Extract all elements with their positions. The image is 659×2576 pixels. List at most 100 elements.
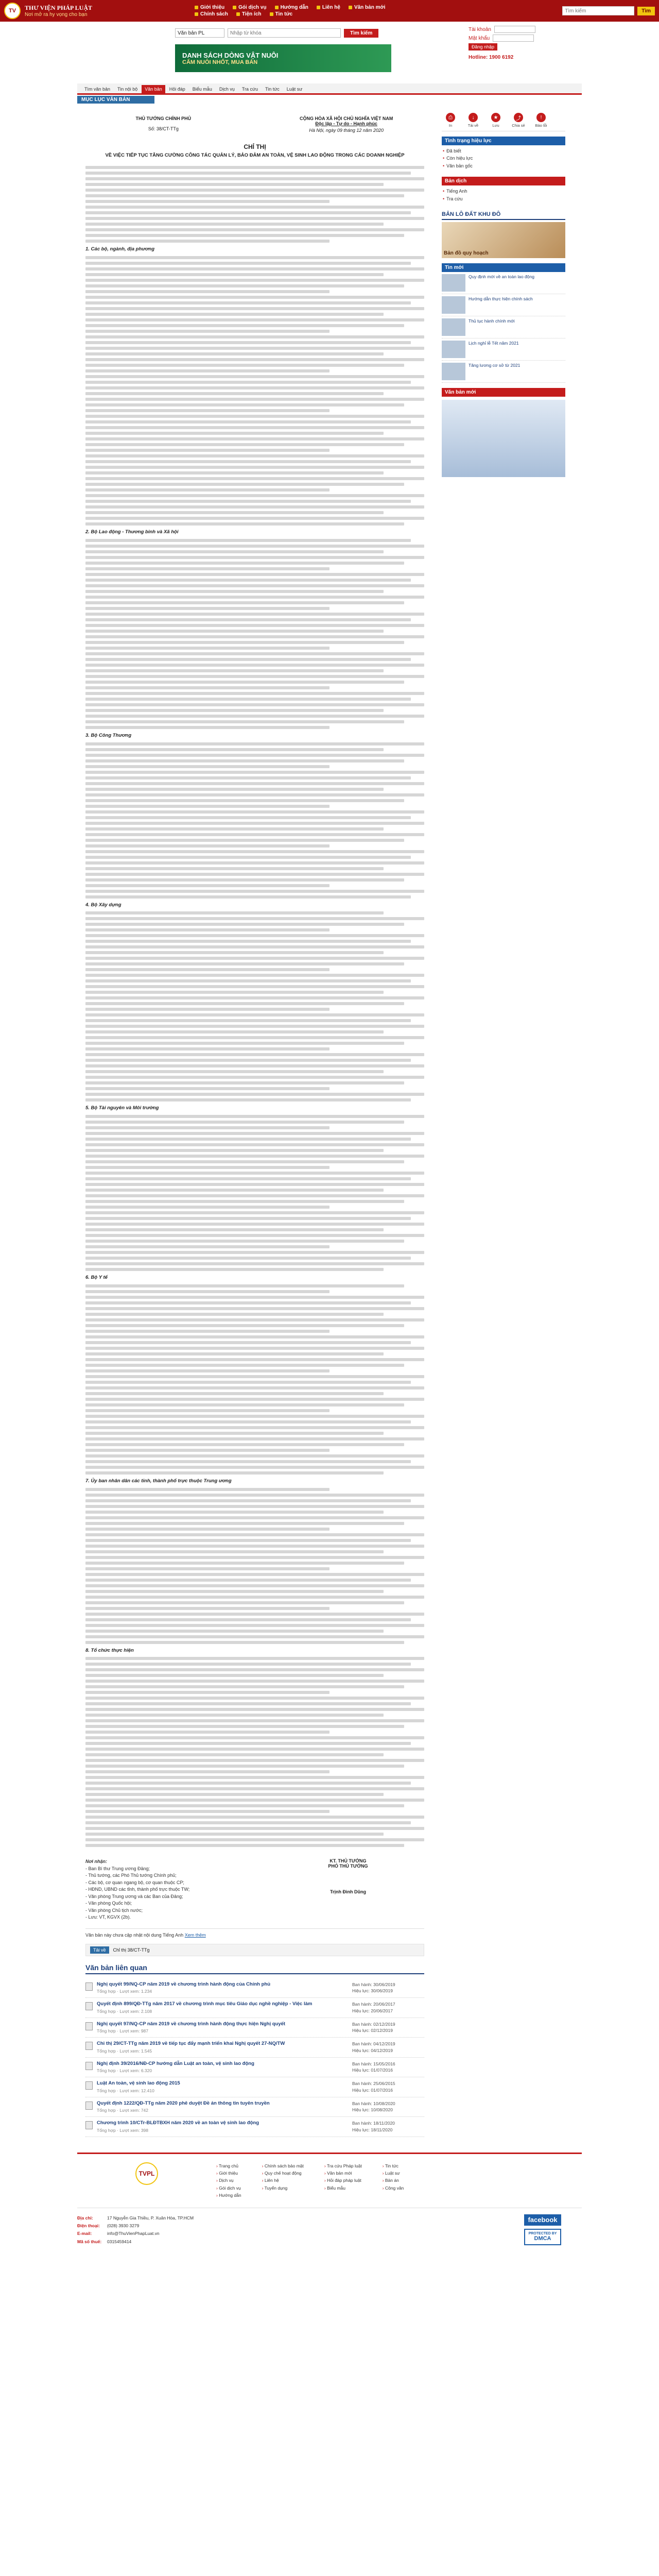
related-item[interactable]: Chương trình 10/CTr-BLĐTBXH năm 2020 về … [85,2117,424,2137]
nav-tab[interactable]: Biểu mẫu [189,85,215,93]
related-item-title[interactable]: Chương trình 10/CTr-BLĐTBXH năm 2020 về … [97,2120,348,2127]
text-line [85,511,384,515]
related-item-title[interactable]: Nghị quyết 97/NQ-CP năm 2019 về chương t… [97,2021,348,2028]
related-item-title[interactable]: Quyết định 899/QĐ-TTg năm 2017 về chương… [97,2001,348,2008]
doc-note-link[interactable]: Xem thêm [185,1933,206,1938]
top-link[interactable]: Văn bản mới [348,5,385,10]
document-icon [85,2022,93,2030]
share-tool[interactable]: ⤴ Chia sẻ [510,113,527,128]
text-line [85,1555,424,1559]
text-line [85,776,411,779]
footer-link[interactable]: Tra cứu Pháp luật [324,2162,362,2170]
top-search-button[interactable]: Tìm [637,6,655,15]
footer-link[interactable]: Liên hệ [262,2177,304,2184]
footer-link[interactable]: Hỏi đáp pháp luật [324,2177,362,2184]
related-item-title[interactable]: Quyết định 1222/QĐ-TTg năm 2020 phê duyệ… [97,2100,348,2107]
breadcrumb[interactable]: MỤC LỤC VĂN BẢN [77,96,154,104]
nav-tab-active[interactable]: Văn bản [142,85,165,93]
ad-image[interactable] [442,399,565,477]
footer-link[interactable]: Quy chế hoạt động [262,2170,304,2177]
footer-link[interactable]: Bản án [383,2177,404,2184]
news-title[interactable]: Thủ tục hành chính mới [469,318,515,336]
text-line [85,657,411,661]
news-item[interactable]: Tăng lương cơ sở từ 2021 [442,361,565,383]
nav-tab[interactable]: Hỏi đáp [166,85,188,93]
password-input[interactable] [493,35,534,42]
login-button[interactable]: Đăng nhập [469,43,498,50]
footer-link[interactable]: Giới thiệu [216,2170,241,2177]
search-button[interactable]: Tìm kiếm [344,28,379,38]
footer-link[interactable]: Dịch vụ [216,2177,241,2184]
nav-tab[interactable]: Dịch vụ [216,85,238,93]
text-line [85,968,330,972]
download-button[interactable]: Tải về [90,1946,109,1954]
keyword-input[interactable] [228,28,341,38]
map-box[interactable]: BẢN LÔ ĐẤT KHU ĐÔ Bản đồ quy hoạch [442,210,565,258]
text-line [85,211,411,215]
username-input[interactable] [494,26,535,33]
nav-tab[interactable]: Tìm văn bản [81,85,113,93]
dmca-badge[interactable]: PROTECTED BY DMCA [524,2228,561,2245]
text-lines [85,256,424,526]
nav-tab[interactable]: Tin nội bộ [114,85,141,93]
footer-link[interactable]: Biểu mẫu [324,2184,362,2192]
news-title[interactable]: Quy định mới về an toàn lao động [469,274,534,292]
footer-link[interactable]: Luật sư [383,2170,404,2177]
footer-link[interactable]: Tuyển dụng [262,2184,304,2192]
text-line [85,652,424,655]
text-lines [85,742,424,899]
related-item-title[interactable]: Nghị quyết 99/NQ-CP năm 2019 về chương t… [97,1981,348,1988]
save-tool[interactable]: ★ Lưu [487,113,505,128]
promo-banner[interactable]: DANH SÁCH DÒNG VẬT NUÔI CẤM NUÔI NHỐT, M… [175,44,391,72]
related-item[interactable]: Quyết định 899/QĐ-TTg năm 2017 về chương… [85,1998,424,2018]
related-item[interactable]: Nghị quyết 97/NQ-CP năm 2019 về chương t… [85,2018,424,2038]
news-item[interactable]: Hướng dẫn thực hiện chính sách [442,294,565,316]
top-link[interactable]: Liên hệ [316,5,340,10]
news-item[interactable]: Thủ tục hành chính mới [442,316,565,338]
text-line [85,669,384,672]
text-line [85,578,411,582]
map-image[interactable]: Bản đồ quy hoạch [442,222,565,258]
footer-link[interactable]: Trang chủ [216,2162,241,2170]
top-link[interactable]: Chính sách [195,11,228,17]
footer-logo-icon[interactable]: TVPL [135,2162,158,2185]
top-link[interactable]: Gói dịch vụ [233,5,267,10]
footer-link[interactable]: Tin tức [383,2162,404,2170]
text-line [85,1172,424,1175]
download-tool[interactable]: ↓ Tải về [464,113,482,128]
related-item[interactable]: Nghị định 39/2016/NĐ-CP hướng dẫn Luật a… [85,2058,424,2078]
footer-link[interactable]: Hướng dẫn [216,2192,241,2199]
document-icon [85,2121,93,2130]
top-link[interactable]: Giới thiệu [195,5,224,10]
site-logo[interactable]: TV THƯ VIỆN PHÁP LUẬT Nơi mở ra hy vọng … [4,3,195,19]
top-search-input[interactable] [562,6,635,15]
related-item-title[interactable]: Nghị định 39/2016/NĐ-CP hướng dẫn Luật a… [97,2061,348,2067]
related-item-title[interactable]: Luật An toàn, vệ sinh lao động 2015 [97,2080,348,2087]
news-title[interactable]: Tăng lương cơ sở từ 2021 [469,363,520,380]
print-tool[interactable]: ⎙ In [442,113,459,128]
nav-tab[interactable]: Tin tức [262,85,283,93]
phone[interactable]: (028) 3930 3279 [107,2223,139,2228]
related-item[interactable]: Quyết định 1222/QĐ-TTg năm 2020 phê duyệ… [85,2097,424,2117]
doc-type-select[interactable]: Văn bản PL [175,28,224,38]
news-item[interactable]: Lịch nghỉ lễ Tết năm 2021 [442,338,565,361]
top-link[interactable]: Tin tức [269,11,292,17]
footer-link[interactable]: Công văn [383,2184,404,2192]
footer-link[interactable]: Văn bản mới [324,2170,362,2177]
facebook-icon[interactable]: facebook [524,2214,561,2226]
nav-tab[interactable]: Tra cứu [239,85,261,93]
nav-tab[interactable]: Luật sư [284,85,306,93]
related-item-title[interactable]: Chỉ thị 29/CT-TTg năm 2019 về tiếp tục đ… [97,2041,348,2047]
news-title[interactable]: Lịch nghỉ lễ Tết năm 2021 [469,341,519,358]
news-title[interactable]: Hướng dẫn thực hiện chính sách [469,296,533,314]
related-item[interactable]: Nghị quyết 99/NQ-CP năm 2019 về chương t… [85,1978,424,1998]
top-link[interactable]: Tiện ích [236,11,262,17]
news-item[interactable]: Quy định mới về an toàn lao động [442,272,565,294]
footer-link[interactable]: Gói dịch vụ [216,2184,241,2192]
related-item[interactable]: Luật An toàn, vệ sinh lao động 2015 Tổng … [85,2077,424,2097]
footer-link[interactable]: Chính sách bảo mật [262,2162,304,2170]
top-link[interactable]: Hướng dẫn [274,5,308,10]
related-item[interactable]: Chỉ thị 29/CT-TTg năm 2019 về tiếp tục đ… [85,2038,424,2058]
email[interactable]: info@ThuVienPhapLuat.vn [107,2231,160,2236]
report-tool[interactable]: ! Báo lỗi [532,113,550,128]
